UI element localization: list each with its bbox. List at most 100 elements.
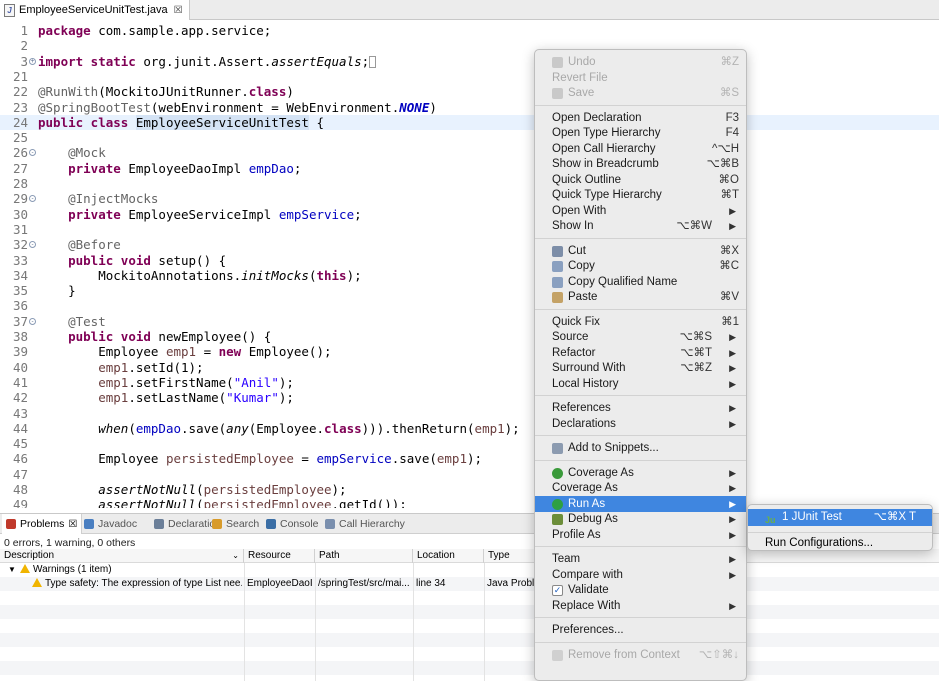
menu-item-coverage-as[interactable]: Coverage As ▶ (535, 465, 746, 481)
menu-item-surround-with[interactable]: Surround With ⌥⌘Z ▶ (535, 360, 746, 376)
fold-collapse-icon[interactable]: - (29, 317, 36, 325)
code-line[interactable]: 27 private EmployeeDaoImpl empDao; (0, 161, 939, 176)
code-line[interactable]: 23 @SpringBootTest(webEnvironment = WebEn… (0, 100, 939, 115)
code-line[interactable]: 37- @Test (0, 314, 939, 329)
menu-item-team[interactable]: Team ▶ (535, 551, 746, 567)
console-icon (266, 519, 276, 529)
menu-item-declarations[interactable]: Declarations ▶ (535, 416, 746, 432)
code-line[interactable]: 21 (0, 69, 939, 84)
line-number: 47 (12, 466, 28, 482)
menu-item-preferences[interactable]: Preferences... (535, 622, 746, 638)
tab-problems[interactable]: Problems ☒ (2, 514, 83, 534)
menu-item-compare-with[interactable]: Compare with ▶ (535, 567, 746, 583)
menu-item-cut[interactable]: Cut ⌘X (535, 243, 746, 259)
column-header-location[interactable]: Location (413, 549, 484, 563)
code-line[interactable]: 44 when(empDao.save(any(Employee.class))… (0, 421, 939, 436)
code-line[interactable]: 41 emp1.setFirstName("Anil"); (0, 375, 939, 390)
menu-item-quick-type-hierarchy[interactable]: Quick Type Hierarchy ⌘T (535, 187, 746, 203)
tab-console[interactable]: Console (266, 514, 319, 534)
expand-triangle-icon[interactable]: ▼ (8, 563, 16, 577)
column-header-path[interactable]: Path (315, 549, 413, 563)
editor-tab[interactable]: J EmployeeServiceUnitTest.java ☒ (0, 0, 190, 20)
fold-collapse-icon[interactable]: - (29, 149, 36, 157)
code-line[interactable]: 36 (0, 298, 939, 313)
menu-item-open-type-hierarchy[interactable]: Open Type Hierarchy F4 (535, 125, 746, 141)
code-line[interactable]: 24 public class EmployeeServiceUnitTest { (0, 114, 939, 131)
fold-expand-icon[interactable]: + (29, 57, 36, 65)
code-line[interactable]: 30 private EmployeeServiceImpl empServic… (0, 207, 939, 222)
menu-item-profile-as[interactable]: Profile As ▶ (535, 527, 746, 543)
menu-item-label: Open Call Hierarchy (552, 142, 656, 155)
problems-table: Description ⌄ Resource Path Location Type… (0, 549, 939, 681)
code-line[interactable]: 39 Employee emp1 = new Employee(); (0, 344, 939, 359)
menu-item-show-in-breadcrumb[interactable]: Show in Breadcrumb ⌥⌘B (535, 156, 746, 172)
submenu-item-run-configurations[interactable]: Run Configurations... (748, 535, 932, 552)
menu-item-paste[interactable]: Paste ⌘V (535, 289, 746, 305)
close-icon[interactable]: ☒ (174, 5, 183, 16)
code-line[interactable]: 38 public void newEmployee() { (0, 329, 939, 344)
menu-item-references[interactable]: References ▶ (535, 400, 746, 416)
tab-search[interactable]: Search (212, 514, 259, 534)
table-row[interactable]: Type safety: The expression of type List… (0, 577, 939, 591)
menu-item-coverage-as[interactable]: Coverage As ▶ (535, 480, 746, 496)
menu-item-revert-file[interactable]: Revert File (535, 70, 746, 86)
menu-item-show-in[interactable]: Show In ⌥⌘W ▶ (535, 218, 746, 234)
code-line[interactable]: 34 MockitoAnnotations.initMocks(this); (0, 268, 939, 283)
fold-collapse-icon[interactable]: - (29, 195, 36, 203)
close-icon[interactable]: ☒ (68, 519, 77, 530)
fold-collapse-icon[interactable]: - (29, 241, 36, 249)
code-line[interactable]: 33 public void setup() { (0, 253, 939, 268)
code-line[interactable]: 40 emp1.setId(1); (0, 360, 939, 375)
code-line[interactable]: 31 (0, 222, 939, 237)
menu-item-refactor[interactable]: Refactor ⌥⌘T ▶ (535, 345, 746, 361)
submenu-arrow-icon: ▶ (729, 569, 736, 580)
menu-item-quick-fix[interactable]: Quick Fix ⌘1 (535, 314, 746, 330)
code-line[interactable]: 32- @Before (0, 237, 939, 252)
menu-item-open-with[interactable]: Open With ▶ (535, 203, 746, 219)
code-line[interactable]: 3 + import static org.junit.Assert.assertE… (0, 54, 939, 69)
menu-item-debug-as[interactable]: Debug As ▶ (535, 511, 746, 527)
problem-path: /springTest/src/mai... (318, 578, 410, 589)
code-editor[interactable]: 1 package com.sample.app.service; 2 3 + impor… (0, 21, 939, 508)
context-menu: Undo ⌘Z Revert File Save ⌘S Open Declaration F… (534, 49, 747, 681)
menu-item-quick-outline[interactable]: Quick Outline ⌘O (535, 172, 746, 188)
code-line[interactable]: 43 (0, 406, 939, 421)
menu-item-copy[interactable]: Copy ⌘C (535, 258, 746, 274)
code-line[interactable]: 35 } (0, 283, 939, 298)
menu-item-save[interactable]: Save ⌘S (535, 85, 746, 101)
submenu-item-1-junit-test[interactable]: Ju 1 JUnit Test ⌥⌘X T (748, 509, 932, 526)
code-line[interactable]: 45 (0, 436, 939, 451)
column-header-description[interactable]: Description ⌄ (0, 549, 244, 563)
code-line[interactable]: 1 package com.sample.app.service; (0, 23, 939, 38)
menu-item-remove-from-context[interactable]: Remove from Context ⌥⇧⌘↓ (535, 647, 746, 663)
empty-row (0, 647, 939, 661)
tab-call-hierarchy[interactable]: Call Hierarchy (325, 514, 405, 534)
menu-item-replace-with[interactable]: Replace With ▶ (535, 598, 746, 614)
menu-item-add-to-snippets[interactable]: Add to Snippets... (535, 440, 746, 456)
menu-item-undo[interactable]: Undo ⌘Z (535, 54, 746, 70)
menu-separator (535, 435, 746, 436)
code-line[interactable]: 48 assertNotNull(persistedEmployee); (0, 482, 939, 497)
code-line[interactable]: 26- @Mock (0, 145, 939, 160)
code-line[interactable]: 42 emp1.setLastName("Kumar"); (0, 390, 939, 405)
column-header-resource[interactable]: Resource (244, 549, 315, 563)
code-line[interactable]: 2 (0, 38, 939, 53)
menu-item-local-history[interactable]: Local History ▶ (535, 376, 746, 392)
menu-shortcut: ^⌥H (712, 142, 739, 155)
menu-item-open-call-hierarchy[interactable]: Open Call Hierarchy ^⌥H (535, 141, 746, 157)
code-line[interactable]: 22 @RunWith(MockitoJUnitRunner.class) (0, 84, 939, 99)
menu-item-validate[interactable]: ✓ Validate (535, 582, 746, 598)
menu-item-open-declaration[interactable]: Open Declaration F3 (535, 110, 746, 126)
menu-item-copy-qualified-name[interactable]: Copy Qualified Name (535, 274, 746, 290)
code-line[interactable]: 25 (0, 130, 939, 145)
code-line[interactable]: 46 Employee persistedEmployee = empServi… (0, 451, 939, 466)
menu-item-label: Declarations (552, 417, 616, 430)
tab-javadoc[interactable]: Javadoc (84, 514, 137, 534)
code-line[interactable]: 29- @InjectMocks (0, 191, 939, 206)
problems-group-row[interactable]: ▼ Warnings (1 item) (0, 563, 939, 577)
code-line[interactable]: 47 (0, 467, 939, 482)
menu-separator (535, 617, 746, 618)
menu-item-run-as[interactable]: Run As ▶ (535, 495, 746, 512)
code-line[interactable]: 28 (0, 176, 939, 191)
menu-item-source[interactable]: Source ⌥⌘S ▶ (535, 329, 746, 345)
